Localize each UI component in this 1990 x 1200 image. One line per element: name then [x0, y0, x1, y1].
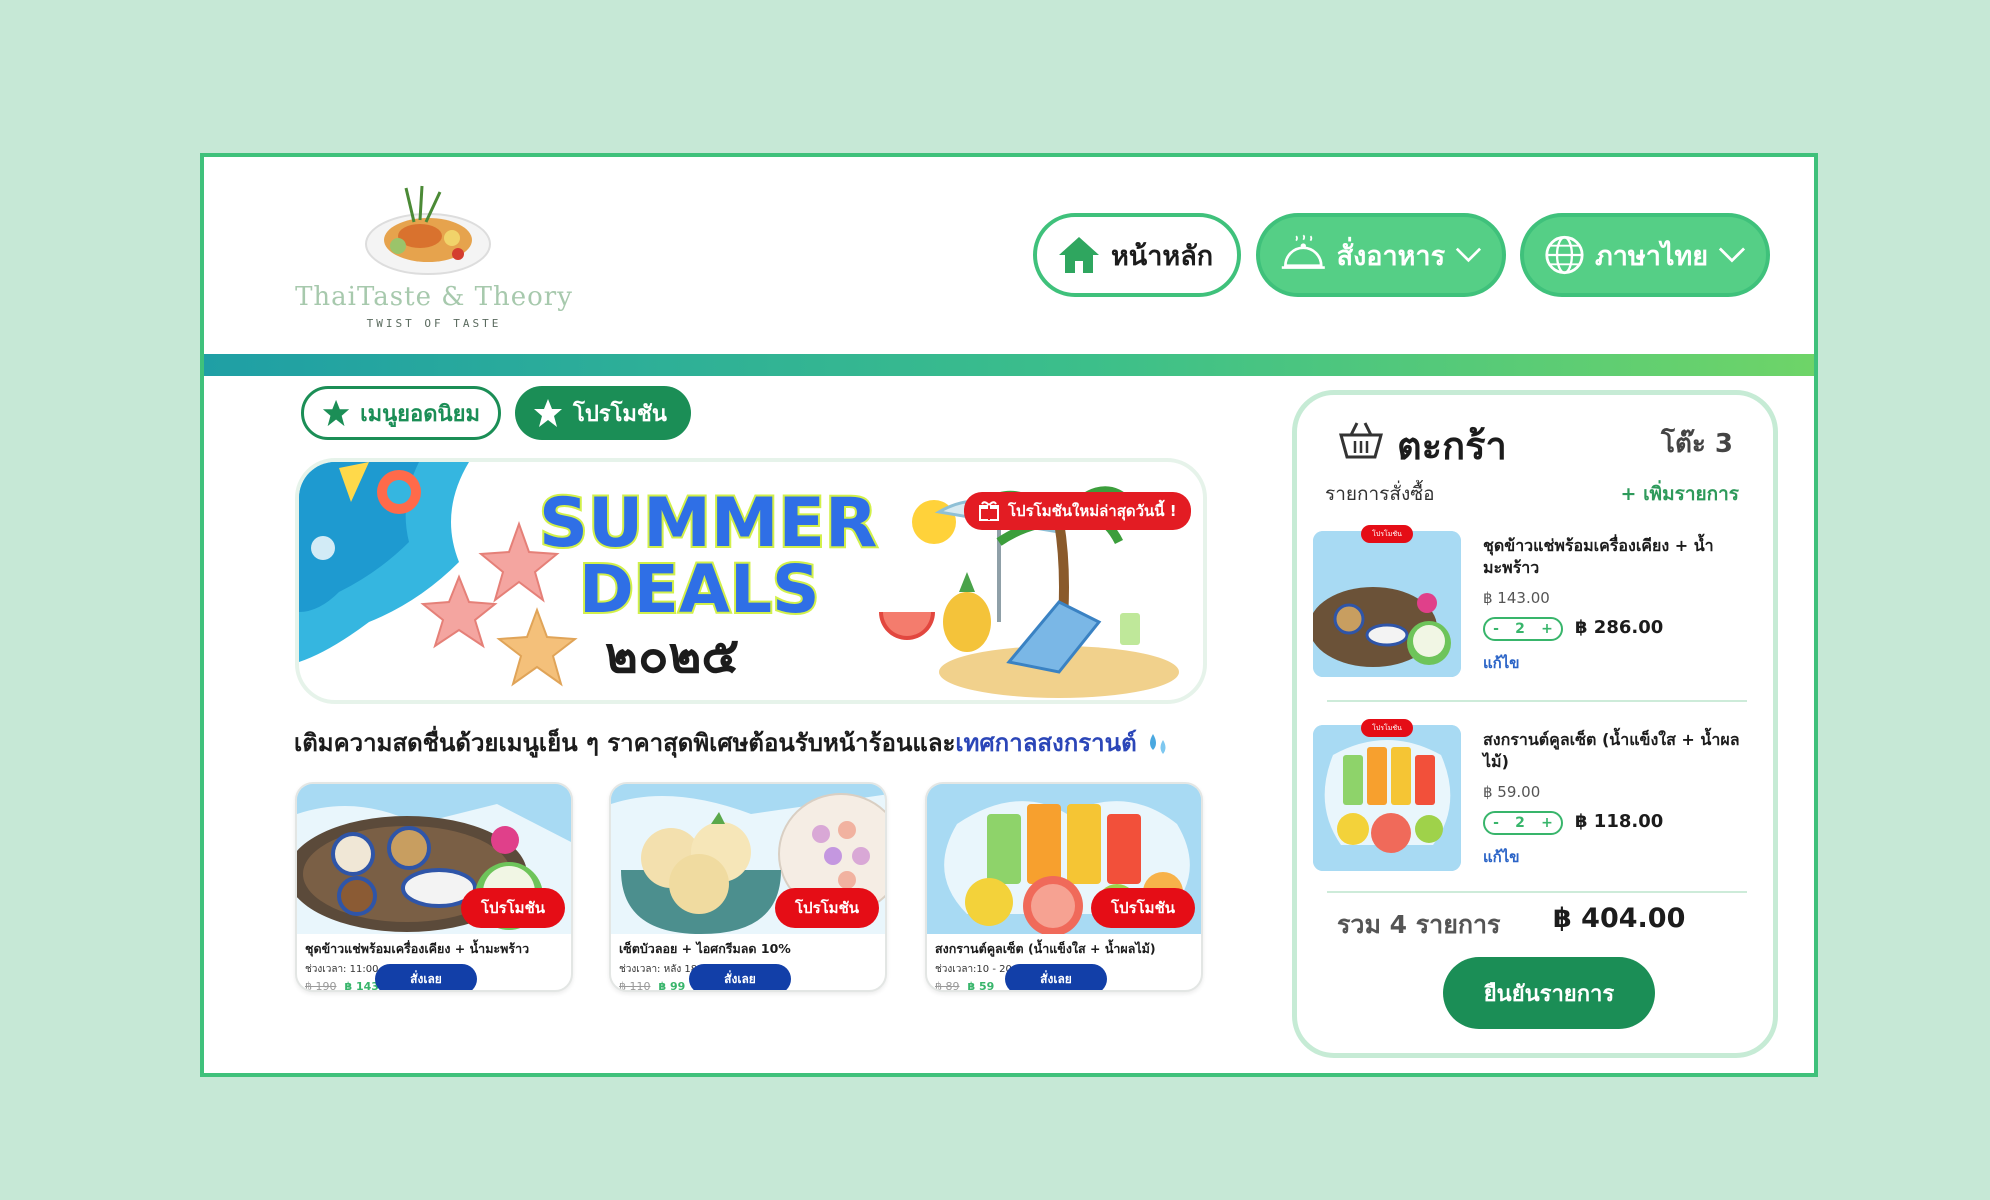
card-new-price: ฿ 99 [658, 980, 686, 992]
banner-title-line2: DEALS [579, 551, 820, 628]
divider [1327, 700, 1747, 702]
nav-language-label: ภาษาไทย [1594, 240, 1709, 272]
cart-item-count: รวม 4 รายการ [1337, 910, 1501, 939]
brand-name: ThaiTaste & Theory [295, 282, 573, 312]
card-price: ฿ 190 ฿ 143 [305, 980, 379, 992]
decrease-button[interactable]: - [1493, 815, 1499, 831]
promotion-tag: โปรโมชัน [1091, 888, 1195, 928]
promo-description-main: เติมความสดชื่นด้วยเมนูเย็น ๆ ราคาสุดพิเศ… [294, 729, 956, 757]
pad-thai-logo-icon [365, 185, 491, 275]
nav-home-label: หน้าหลัก [1111, 240, 1214, 272]
quantity-stepper[interactable]: - 2 + [1483, 811, 1563, 835]
header-gradient-stripe [204, 354, 1814, 376]
cart-table-number: โต๊ะ 3 [1661, 429, 1733, 459]
promotion-tag: โปรโมชัน [775, 888, 879, 928]
card-old-price: ฿ 110 [619, 980, 651, 992]
cart-item-name: ชุดข้าวแช่พร้อมเครื่องเคียง + น้ำมะพร้าว [1483, 536, 1714, 577]
chevron-down-icon [1718, 247, 1746, 263]
cart-item-price: ฿ 143.00 [1483, 589, 1550, 607]
promo-description: เติมความสดชื่นด้วยเมนูเย็น ๆ ราคาสุดพิเศ… [294, 723, 1171, 762]
card-title: ชุดข้าวแช่พร้อมเครื่องเคียง + น้ำมะพร้าว [305, 941, 530, 956]
nav-order-dropdown[interactable]: สั่งอาหาร [1256, 213, 1506, 297]
food-cloche-icon [1281, 234, 1325, 269]
tab-popular-menu[interactable]: เมนูยอดนิยม [301, 386, 501, 440]
nav-order-label: สั่งอาหาร [1336, 240, 1446, 272]
nav-language-dropdown[interactable]: ภาษาไทย [1520, 213, 1770, 297]
card-new-price: ฿ 59 [967, 980, 995, 992]
divider [1327, 891, 1747, 893]
star-icon [322, 399, 350, 427]
edit-link[interactable]: แก้ไข [1483, 845, 1520, 869]
card-old-price: ฿ 190 [305, 980, 337, 992]
card-title: สงกรานต์คูลเซ็ต (น้ำแข็งใส + น้ำผลไม้) [935, 941, 1156, 956]
water-droplet-icon [1150, 734, 1166, 754]
cart-item-price: ฿ 59.00 [1483, 783, 1541, 801]
chevron-down-icon [1455, 247, 1482, 263]
promo-card-bua-loy[interactable]: โปรโมชัน เซ็ตบัวลอย + ไอศกรีมลด 10% ช่วง… [609, 782, 887, 992]
nav-home-button[interactable]: หน้าหลัก [1033, 213, 1241, 297]
cart-item-total: ฿ 118.00 [1575, 811, 1664, 832]
star-icon [534, 399, 562, 427]
quantity-value: 2 [1515, 815, 1525, 831]
globe-icon [1545, 235, 1584, 275]
order-now-button[interactable]: สั่งเลย [689, 964, 791, 990]
cart-item-promo-tag: โปรโมชัน [1361, 525, 1413, 543]
app-frame: ThaiTaste & Theory TWIST OF TASTE หน้าหล… [200, 153, 1818, 1077]
card-title: เซ็ตบัวลอย + ไอศกรีมลด 10% [619, 941, 791, 956]
new-promotion-badge-text: โปรโมชันใหม่ล่าสุดวันนี้ ! [1008, 502, 1177, 520]
card-price: ฿ 110 ฿ 99 [619, 980, 686, 992]
order-now-button[interactable]: สั่งเลย [375, 964, 477, 990]
promo-card-songkran[interactable]: โปรโมชัน สงกรานต์คูลเซ็ต (น้ำแข็งใส + น้… [925, 782, 1203, 992]
cart-item-total: ฿ 286.00 [1575, 617, 1664, 638]
edit-link[interactable]: แก้ไข [1483, 651, 1520, 675]
quantity-stepper[interactable]: - 2 + [1483, 617, 1563, 641]
card-new-price: ฿ 143 [344, 980, 379, 992]
new-promotion-badge: โปรโมชันใหม่ล่าสุดวันนี้ ! [964, 492, 1191, 530]
cart-item: โปรโมชัน ชุดข้าวแช่พร้อมเครื่องเคียง + น… [1313, 525, 1765, 681]
basket-icon [1339, 422, 1383, 459]
increase-button[interactable]: + [1541, 815, 1553, 831]
summer-deals-banner[interactable]: SUMMER DEALS ๒๐๒๕ โปรโมชันใหม่ล่าสุดวันน… [295, 458, 1207, 704]
cart-item-image [1313, 531, 1461, 677]
cart-item: โปรโมชัน สงกรานต์คูลเซ็ต (น้ำแข็งใส + น้… [1313, 719, 1765, 875]
promo-card-khao-chae[interactable]: โปรโมชัน ชุดข้าวแช่พร้อมเครื่องเคียง + น… [295, 782, 573, 992]
cart-title: ตะกร้า [1397, 424, 1507, 468]
confirm-order-button[interactable]: ยืนยันรายการ [1443, 957, 1655, 1029]
banner-year: ๒๐๒๕ [605, 626, 739, 684]
quantity-value: 2 [1515, 621, 1525, 637]
brand-tagline: TWIST OF TASTE [366, 317, 502, 330]
cart-panel: ตะกร้า โต๊ะ 3 รายการสั่งซื้อ + เพิ่มรายก… [1292, 390, 1778, 1058]
cart-item-promo-tag: โปรโมชัน [1361, 719, 1413, 737]
decrease-button[interactable]: - [1493, 621, 1499, 637]
card-price: ฿ 89 ฿ 59 [935, 980, 995, 992]
cart-item-name: สงกรานต์คูลเซ็ต (น้ำแข็งใส + น้ำผลไม้) [1483, 730, 1740, 771]
brand-logo[interactable]: ThaiTaste & Theory TWIST OF TASTE [284, 182, 584, 332]
add-item-link[interactable]: + เพิ่มรายการ [1621, 479, 1739, 509]
order-now-button[interactable]: สั่งเลย [1005, 964, 1107, 990]
home-icon [1059, 237, 1099, 273]
increase-button[interactable]: + [1541, 621, 1553, 637]
card-old-price: ฿ 89 [935, 980, 960, 992]
promotion-tag: โปรโมชัน [461, 888, 565, 928]
tab-promotion[interactable]: โปรโมชัน [515, 386, 691, 440]
cart-item-image [1313, 725, 1461, 871]
tab-promotion-label: โปรโมชัน [573, 401, 667, 427]
promo-description-highlight: เทศกาลสงกรานต์ [955, 729, 1137, 757]
gift-icon [979, 501, 999, 521]
cart-total: ฿ 404.00 [1553, 903, 1686, 934]
cart-subtitle: รายการสั่งซื้อ [1325, 483, 1435, 505]
tab-popular-label: เมนูยอดนิยม [360, 401, 480, 427]
